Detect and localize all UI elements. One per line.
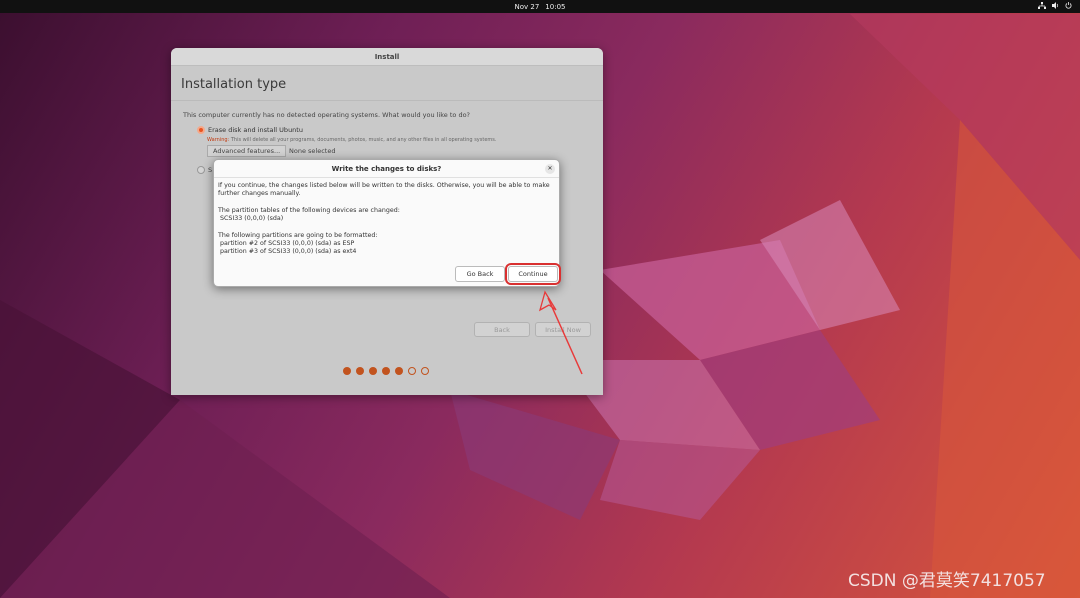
annotation-arrow-icon: [538, 290, 583, 375]
watermark: CSDN @君莫笑7417057: [848, 571, 1046, 591]
